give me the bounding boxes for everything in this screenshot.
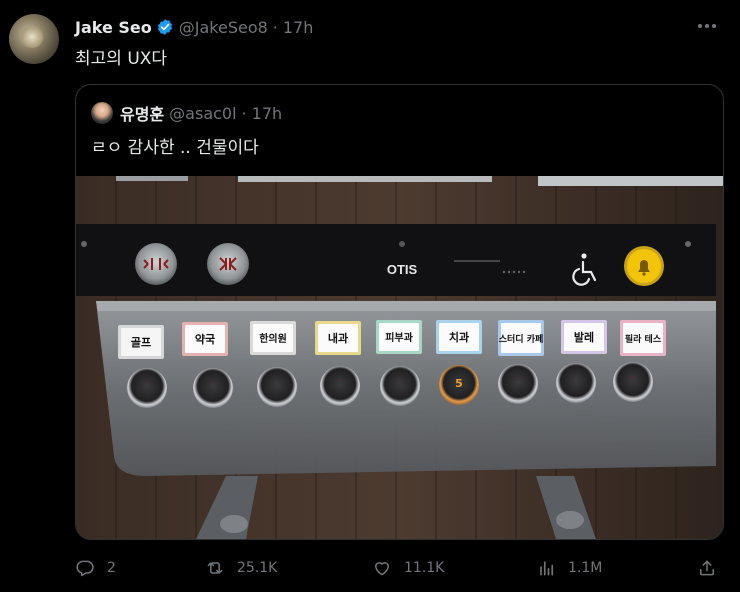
quote-text: ㄹㅇ 감사한 .. 건물이다 <box>91 138 259 158</box>
floor-label-3: 한의원 <box>259 332 287 345</box>
svg-text:·: · <box>338 376 341 387</box>
retweet-button[interactable]: 25.1K <box>205 556 277 580</box>
like-count: 11.1K <box>404 560 445 576</box>
svg-text:·: · <box>145 378 148 389</box>
svg-text:·: · <box>275 377 278 388</box>
avatar[interactable] <box>9 14 59 64</box>
share-icon <box>700 560 714 576</box>
view-count: 1.1M <box>568 560 603 576</box>
quoted-tweet[interactable]: 유명훈 @asac0l · 17h ㄹㅇ 감사한 .. 건물이다 OTIS 골프… <box>75 84 724 540</box>
floor-label-2: 약국 <box>195 332 215 346</box>
reply-count: 2 <box>107 560 116 576</box>
reply-icon <box>76 560 94 577</box>
svg-text:·: · <box>398 376 401 387</box>
quote-separator-dot: · <box>241 103 247 123</box>
quote-author-handle: @asac0l <box>169 103 237 123</box>
floor-label-4: 내과 <box>328 331 348 345</box>
elevator-photo[interactable]: OTIS 골프 약국 한의원 내과 피부과 치과 스터디 카페 발레 필라 테스… <box>76 176 723 539</box>
retweet-icon <box>207 562 223 574</box>
retweet-count: 25.1K <box>237 560 278 576</box>
separator-dot: · <box>272 17 278 37</box>
tweet-header: Jake Seo @JakeSeo8 · 17h <box>75 16 313 38</box>
elevator-panel-image: OTIS 골프 약국 한의원 내과 피부과 치과 스터디 카페 발레 필라 테스… <box>76 176 723 539</box>
author-name[interactable]: Jake Seo <box>75 18 152 37</box>
svg-text:·: · <box>631 372 634 383</box>
views-button[interactable]: 1.1M <box>536 556 602 580</box>
quote-header: 유명훈 @asac0l · 17h <box>120 102 283 125</box>
svg-text:·: · <box>516 374 519 385</box>
share-button[interactable] <box>697 556 717 580</box>
like-button[interactable]: 11.1K <box>372 556 444 580</box>
quote-timestamp: 17h <box>251 103 283 123</box>
svg-text:·: · <box>574 373 577 384</box>
svg-text:·: · <box>211 378 214 389</box>
more-options-icon[interactable] <box>698 18 722 34</box>
lit-floor-number: 5 <box>455 377 463 390</box>
reply-button[interactable]: 2 <box>75 556 116 580</box>
heart-icon <box>375 562 389 576</box>
brand-logo: OTIS <box>387 262 418 277</box>
floor-label-6: 치과 <box>449 330 469 344</box>
floor-label-8: 발레 <box>574 330 594 344</box>
verified-badge-icon <box>156 18 174 36</box>
floor-label-1: 골프 <box>131 336 151 349</box>
floor-label-7: 스터디 카페 <box>499 333 544 345</box>
floor-label-5: 피부과 <box>385 331 413 344</box>
quote-avatar <box>91 102 113 124</box>
quote-author-name: 유명훈 <box>120 105 165 124</box>
tweet-text: 최고의 UX다 <box>75 49 168 69</box>
views-chart-icon <box>540 561 554 576</box>
author-handle[interactable]: @JakeSeo8 <box>179 18 268 37</box>
timestamp[interactable]: 17h <box>283 18 314 37</box>
floor-label-9: 필라 테스 <box>625 333 662 345</box>
tweet-actions: 2 25.1K 11.1K 1.1M <box>75 556 724 580</box>
